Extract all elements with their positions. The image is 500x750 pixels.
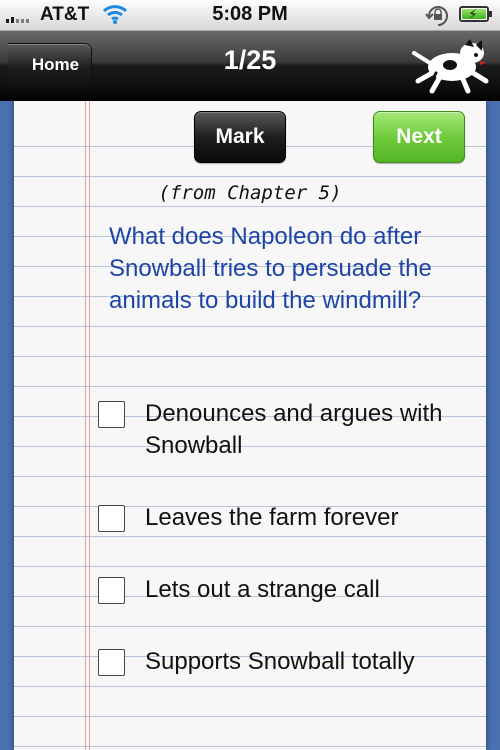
quiz-paper: Mark Next (from Chapter 5) What does Nap… bbox=[14, 101, 486, 750]
mark-button-label: Mark bbox=[215, 125, 265, 148]
battery-charging-icon: ⚡ bbox=[459, 6, 492, 22]
dog-logo-icon bbox=[410, 37, 494, 100]
answer-option[interactable]: Denounces and argues with Snowball bbox=[98, 398, 478, 462]
answer-checkbox[interactable] bbox=[98, 401, 125, 428]
answer-option[interactable]: Lets out a strange call bbox=[98, 574, 478, 606]
navigation-bar: Home 1/25 bbox=[0, 31, 500, 101]
answer-option[interactable]: Supports Snowball totally bbox=[98, 646, 478, 678]
answer-label: Supports Snowball totally bbox=[145, 648, 415, 675]
answer-checkbox[interactable] bbox=[98, 505, 125, 532]
question-text: What does Napoleon do after Snowball tri… bbox=[109, 223, 432, 314]
answer-label: Denounces and argues with Snowball bbox=[145, 400, 443, 459]
answer-checkbox[interactable] bbox=[98, 649, 125, 676]
chapter-reference: (from Chapter 5) bbox=[158, 182, 342, 204]
status-bar: AT&T 5:08 PM ⚡ bbox=[0, 0, 500, 31]
next-button[interactable]: Next bbox=[373, 111, 465, 163]
answer-checkbox[interactable] bbox=[98, 577, 125, 604]
answer-option[interactable]: Leaves the farm forever bbox=[98, 502, 478, 534]
answer-label: Leaves the farm forever bbox=[145, 504, 399, 531]
next-button-label: Next bbox=[396, 125, 442, 148]
answer-label: Lets out a strange call bbox=[145, 576, 380, 603]
mark-button[interactable]: Mark bbox=[194, 111, 286, 163]
orientation-lock-icon bbox=[425, 4, 451, 34]
